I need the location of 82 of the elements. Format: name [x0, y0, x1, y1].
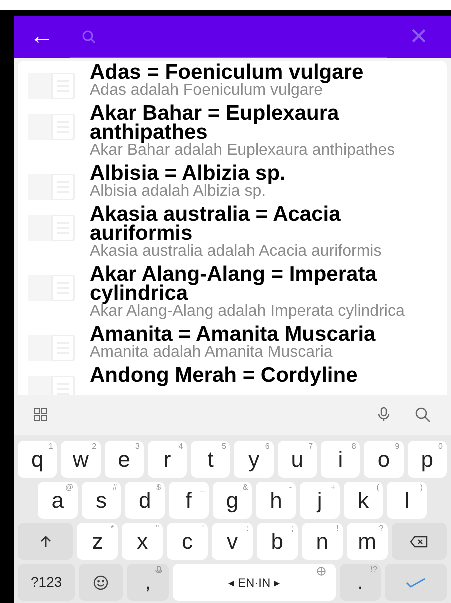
key-hint: + [331, 483, 336, 492]
letter-key[interactable]: v : [212, 523, 253, 560]
key-hint: 5 [222, 442, 226, 451]
letter-key[interactable]: d $ [125, 482, 166, 519]
key-hint: ) [420, 483, 424, 492]
key-hint: 9 [395, 442, 400, 451]
letter-key[interactable]: z * [77, 523, 118, 560]
letter-key[interactable]: x " [122, 523, 164, 560]
backspace-key[interactable] [392, 523, 447, 560]
key-hint: _ [200, 483, 205, 492]
letter-key[interactable]: p 0 [408, 441, 447, 478]
shift-icon [40, 536, 52, 548]
globe-icon [316, 567, 326, 576]
key-hint: 1 [48, 442, 54, 451]
backspace-icon [410, 536, 428, 548]
letter-key[interactable]: t 5 [191, 441, 230, 478]
emoji-key[interactable] [79, 564, 124, 601]
letter-key[interactable]: j + [300, 482, 340, 519]
microphone-icon [154, 566, 163, 575]
apps-icon[interactable] [34, 408, 48, 422]
key-hint: ( [376, 483, 380, 492]
result-title[interactable]: Amanita = Amanita Muscaria [90, 325, 376, 344]
microphone-icon[interactable] [377, 407, 391, 423]
result-subtitle: Akasia australia adalah Acacia auriformis [90, 243, 383, 260]
letter-key[interactable]: l ) [387, 482, 428, 519]
result-subtitle: Adas adalah Foeniculum vulgare [90, 82, 324, 99]
key-hint: 0 [438, 442, 443, 451]
letter-key[interactable]: m? [346, 523, 388, 560]
letter-key[interactable]: s # [82, 482, 122, 519]
search-icon[interactable] [415, 407, 431, 423]
emoji-icon [93, 574, 110, 590]
result-subtitle: Akar Bahar adalah Euplexaura anthipathes [90, 142, 396, 159]
key-hint: 3 [135, 442, 140, 451]
key-hint: 7 [308, 442, 314, 451]
letter-key[interactable]: a@ [38, 482, 78, 519]
result-title[interactable]: Albisia = Albizia sp. [90, 164, 286, 183]
key-hint: ! [336, 524, 339, 533]
symbols-key[interactable]: ?123 [18, 564, 76, 601]
letter-key[interactable]: g & [212, 482, 252, 519]
key-hint: - [289, 483, 292, 492]
key-hint: ? [379, 524, 384, 533]
letter-key[interactable]: y 6 [234, 441, 274, 478]
key-hint: : [246, 524, 249, 533]
check-icon [406, 578, 426, 588]
letter-key[interactable]: e 3 [104, 441, 144, 478]
period-key[interactable]: . !? [340, 564, 382, 601]
key-hint: " [156, 524, 160, 533]
letter-key[interactable]: b ; [256, 523, 298, 560]
space-key[interactable]: ◂ EN·IN ▸ [172, 564, 336, 601]
key-hint: 4 [178, 442, 184, 451]
key-hint: ' [202, 524, 204, 533]
search-icon [82, 30, 96, 44]
result-title[interactable]: Andong Merah = Cordyline [90, 366, 358, 385]
letter-key[interactable]: i 8 [321, 441, 360, 478]
key-hint: 2 [92, 442, 97, 451]
key-hint: * [111, 524, 114, 533]
letter-key[interactable]: n ! [302, 523, 343, 560]
result-title[interactable]: Akasia australia = Acacia auriformis [90, 205, 439, 243]
key-hint: @ [66, 483, 74, 492]
key-hint: 6 [265, 442, 270, 451]
letter-key[interactable]: k ( [344, 482, 384, 519]
letter-key[interactable]: h - [256, 482, 296, 519]
key-hint: $ [156, 483, 162, 492]
letter-key[interactable]: c ' [167, 523, 208, 560]
letter-key[interactable]: f _ [169, 482, 209, 519]
key-hint: 8 [352, 442, 356, 451]
letter-key[interactable]: o 9 [364, 441, 404, 478]
result-title[interactable]: Akar Alang-Alang = Imperata cylindrica [90, 265, 439, 303]
letter-key[interactable]: r 4 [148, 441, 188, 478]
result-subtitle: Amanita adalah Amanita Muscaria [90, 344, 334, 361]
back-button[interactable]: ← [30, 25, 54, 49]
key-hint: # [112, 483, 118, 492]
letter-key[interactable]: q 1 [18, 441, 58, 478]
key-hint: & [243, 483, 248, 492]
result-title[interactable]: Adas = Foeniculum vulgare [90, 63, 364, 82]
result-subtitle: Albisia adalah Albizia sp. [90, 183, 266, 200]
result-subtitle: Akar Alang-Alang adalah Imperata cylindrica [90, 303, 406, 320]
key-hint: ; [292, 524, 294, 533]
key-hint: !? [370, 565, 378, 574]
result-title[interactable]: Akar Bahar = Euplexaura anthipathes [90, 104, 439, 142]
comma-key[interactable]: , [127, 564, 169, 601]
letter-key[interactable]: u 7 [278, 441, 318, 478]
